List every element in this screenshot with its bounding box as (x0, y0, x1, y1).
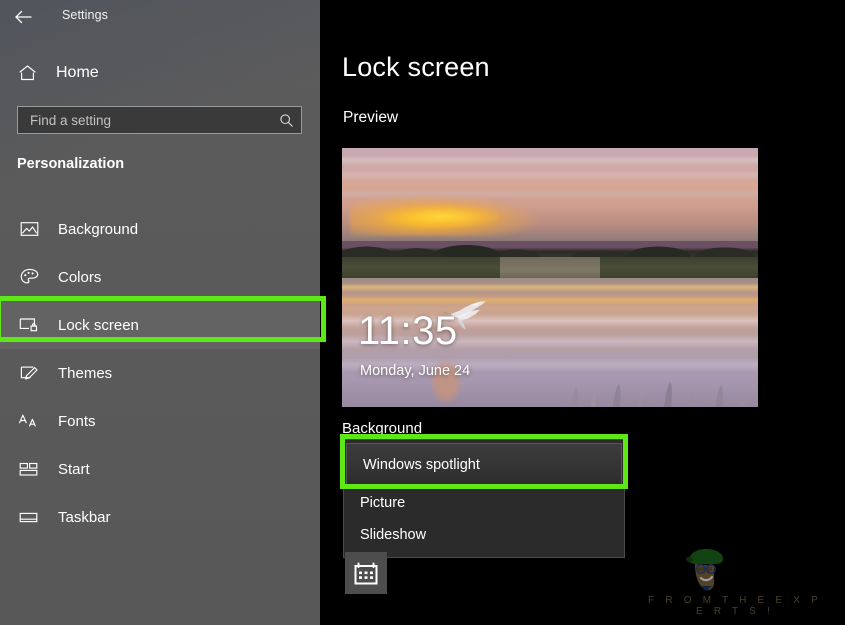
sidebar-item-label: Fonts (58, 412, 96, 430)
search-icon[interactable] (273, 107, 299, 133)
dropdown-option-picture[interactable]: Picture (344, 487, 624, 519)
preview-treeline (342, 233, 758, 260)
dropdown-option-slideshow[interactable]: Slideshow (344, 519, 624, 551)
search-box[interactable] (17, 106, 302, 134)
title-bar: Settings (0, 0, 320, 34)
preview-label: Preview (343, 109, 399, 126)
sidebar-item-themes[interactable]: Themes (0, 349, 320, 397)
sidebar-item-background[interactable]: Background (0, 205, 320, 253)
calendar-icon (353, 561, 379, 586)
palette-icon (17, 265, 41, 289)
lock-screen-icon (17, 313, 41, 337)
dropdown-option-windows-spotlight[interactable]: Windows spotlight (346, 443, 622, 487)
sidebar-item-label: Start (58, 460, 90, 478)
search-input[interactable] (18, 111, 273, 129)
sidebar-item-label: Taskbar (58, 508, 111, 526)
picture-icon (17, 217, 41, 241)
sidebar-item-label: Background (58, 220, 139, 238)
dropdown-option-label: Picture (360, 495, 406, 511)
themes-brush-icon (17, 361, 41, 385)
sidebar-item-label: Themes (58, 364, 113, 382)
sidebar-item-label: Lock screen (58, 316, 139, 334)
preview-sun-core (383, 204, 501, 229)
sidebar-section-heading: Personalization (17, 156, 125, 172)
sidebar-item-fonts[interactable]: Fonts (0, 397, 320, 445)
background-dropdown-list[interactable]: Windows spotlight Picture Slideshow (343, 439, 625, 558)
sidebar-item-lock-screen[interactable]: Lock screen (0, 301, 320, 349)
settings-window: Settings Home Personalization (0, 0, 845, 625)
sidebar-item-label: Colors (58, 268, 102, 286)
lock-screen-date: Monday, June 24 (360, 363, 471, 379)
start-tiles-icon (17, 457, 41, 481)
home-label: Home (56, 64, 99, 81)
dropdown-option-label: Windows spotlight (363, 457, 480, 473)
preview-grass-right (527, 303, 758, 407)
fonts-icon (17, 409, 41, 433)
sidebar-item-home[interactable]: Home (0, 58, 320, 88)
sidebar-item-taskbar[interactable]: Taskbar (0, 493, 320, 541)
main-content: Lock screen Preview 11:35 Monday, June 2… (320, 0, 845, 625)
calendar-app-tile[interactable] (345, 552, 387, 594)
sidebar-nav-list: Background Colors Lock screen Themes Fon… (0, 205, 320, 541)
dropdown-option-label: Slideshow (360, 527, 427, 543)
home-icon (16, 63, 38, 83)
lock-screen-time: 11:35 (358, 309, 458, 353)
sidebar-item-start[interactable]: Start (0, 445, 320, 493)
sidebar: Settings Home Personalization (0, 0, 320, 625)
background-section-label: Background (342, 420, 423, 437)
page-title: Lock screen (342, 52, 490, 82)
app-title: Settings (62, 8, 108, 22)
sidebar-item-colors[interactable]: Colors (0, 253, 320, 301)
back-arrow-icon[interactable] (10, 5, 36, 29)
taskbar-icon (17, 505, 41, 529)
lock-screen-preview: 11:35 Monday, June 24 (342, 148, 758, 407)
